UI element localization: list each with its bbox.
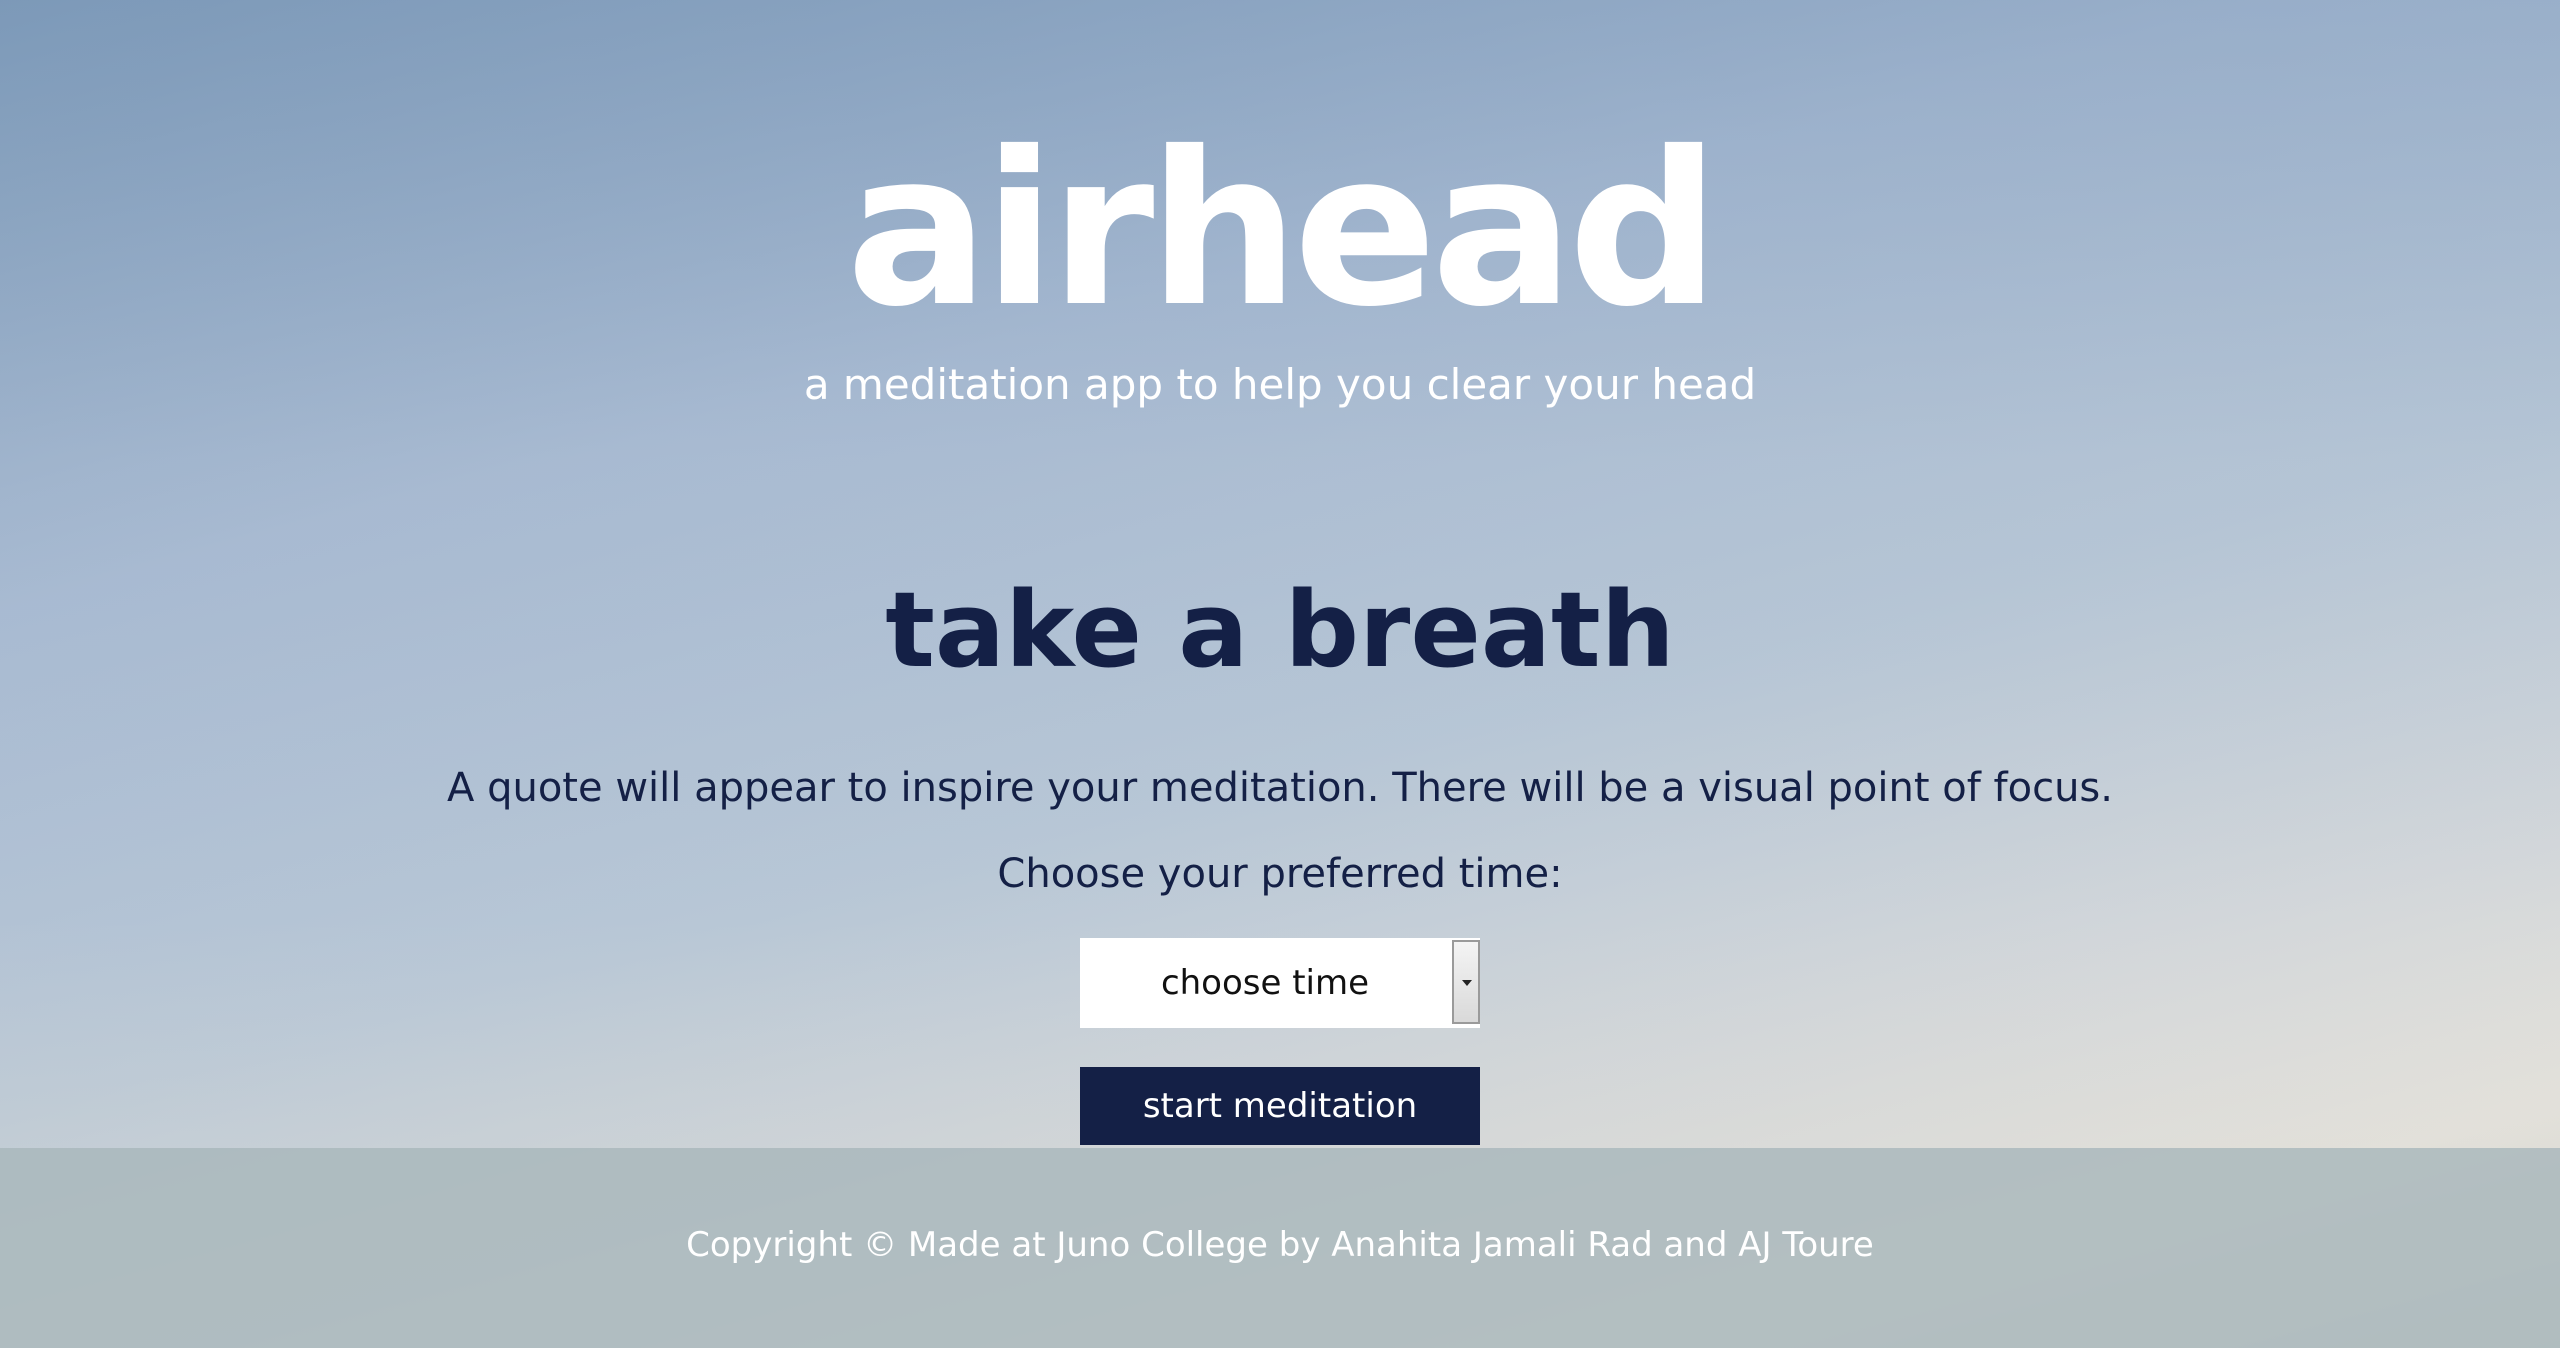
time-select-value: choose time xyxy=(1160,963,1370,1003)
app-title: airhead xyxy=(846,106,1720,353)
main-content: take a breath A quote will appear to ins… xyxy=(0,540,2560,1148)
description-text: A quote will appear to inspire your medi… xyxy=(447,765,2113,811)
chevron-down-icon[interactable] xyxy=(1452,940,1480,1024)
app-subtitle: a meditation app to help you clear your … xyxy=(803,360,1757,409)
start-meditation-button[interactable]: start meditation xyxy=(1080,1067,1480,1145)
time-prompt-label: Choose your preferred time: xyxy=(997,851,1563,897)
page-header: airhead a meditation app to help you cle… xyxy=(0,0,2560,440)
copyright-text: Copyright © Made at Juno College by Anah… xyxy=(686,1225,1874,1265)
time-select[interactable]: choose time xyxy=(1080,938,1480,1028)
page-footer: Copyright © Made at Juno College by Anah… xyxy=(0,1148,2560,1348)
section-heading: take a breath xyxy=(885,569,1675,691)
